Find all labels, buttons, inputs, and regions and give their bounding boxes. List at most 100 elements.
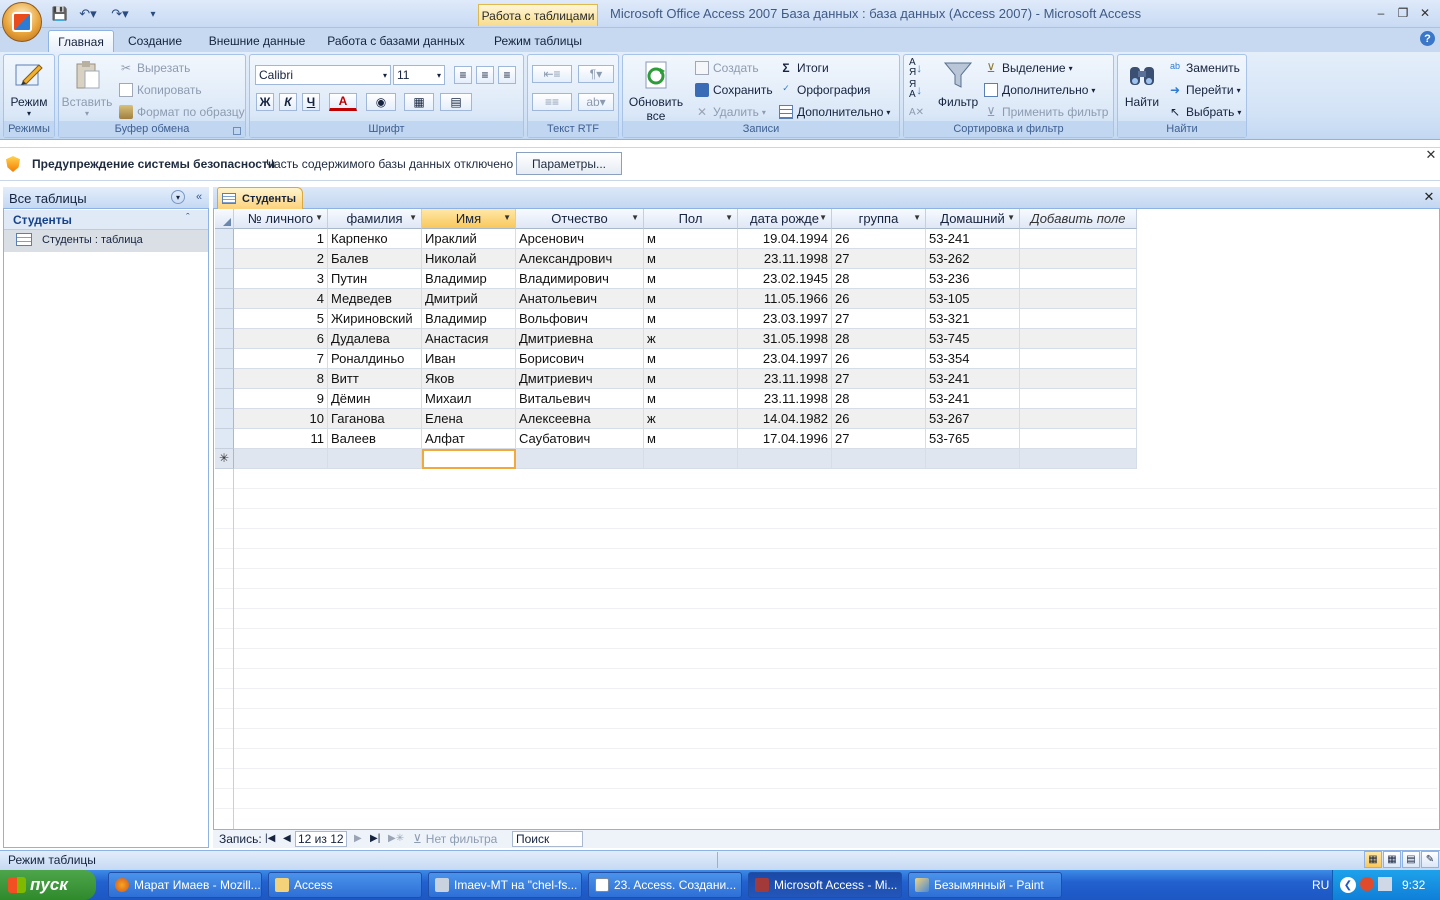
cell-group[interactable]: 27 [832,429,926,449]
cell-surname[interactable]: Гаганова [328,409,422,429]
new-record-cell[interactable] [832,449,926,469]
refresh-all-button[interactable]: Обновить все [626,59,686,123]
first-record-icon[interactable]: |◀ [265,831,275,846]
taskbar-item-firefox[interactable]: Марат Имаев - Mozill... [108,872,262,898]
cell-birthdate[interactable]: 19.04.1994 [738,229,832,249]
cell-birthdate[interactable]: 17.04.1996 [738,429,832,449]
save-record-button[interactable]: Сохранить [695,80,773,100]
table-row[interactable]: 4 Медведев Дмитрий Анатольевич м 11.05.1966 26… [215,289,1137,309]
cell-add-field[interactable] [1020,369,1137,389]
row-selector[interactable] [215,369,234,389]
pivot-table-view-icon[interactable]: ▦ [1383,851,1401,868]
table-row[interactable]: 6 Дудалева Анастасия Дмитриевна ж 31.05.1998 2… [215,329,1137,349]
cell-id[interactable]: 1 [234,229,328,249]
row-selector[interactable] [215,349,234,369]
column-dropdown-icon[interactable]: ▼ [725,213,733,222]
cell-sex[interactable]: ж [644,409,738,429]
cell-add-field[interactable] [1020,309,1137,329]
table-row[interactable]: 1 Карпенко Ираклий Арсенович м 19.04.1994 26 53… [215,229,1137,249]
replace-button[interactable]: ab Заменить [1168,58,1240,78]
cell-surname[interactable]: Витт [328,369,422,389]
collapse-nav-icon[interactable]: « [192,190,206,204]
cell-phone[interactable]: 53-236 [926,269,1020,289]
new-record-cell[interactable] [328,449,422,469]
sort-descending-icon[interactable]: Я А ↓ [909,80,922,100]
column-dropdown-icon[interactable]: ▼ [1007,213,1015,222]
cell-name[interactable]: Николай [422,249,516,269]
alt-row-color-icon[interactable]: ▤ [440,93,472,111]
cell-add-field[interactable] [1020,349,1137,369]
tab-external-data[interactable]: Внешние данные [198,30,316,52]
cell-add-field[interactable] [1020,429,1137,449]
minimize-icon[interactable]: – [1370,4,1392,22]
clipboard-launcher-icon[interactable] [233,127,241,135]
cell-add-field[interactable] [1020,389,1137,409]
cell-name[interactable]: Иван [422,349,516,369]
cell-id[interactable]: 6 [234,329,328,349]
filter-button[interactable]: Фильтр [936,59,980,109]
format-painter-button[interactable]: Формат по образцу [119,102,245,122]
close-security-bar-icon[interactable]: ✕ [1424,147,1438,162]
column-header-surname[interactable]: фамилия ▼ [328,209,422,229]
cell-name[interactable]: Дмитрий [422,289,516,309]
highlight-icon[interactable]: ab▾ [578,93,614,111]
toggle-filter-button[interactable]: ⊻ Применить фильтр [984,102,1109,122]
cell-birthdate[interactable]: 23.11.1998 [738,249,832,269]
cell-surname[interactable]: Роналдиньо [328,349,422,369]
clear-sort-icon[interactable]: А✕ [909,102,924,122]
taskbar-item-access-folder[interactable]: Access [268,872,422,898]
cell-birthdate[interactable]: 11.05.1966 [738,289,832,309]
next-record-icon[interactable]: ▶ [354,831,362,846]
tray-app-icon[interactable] [1360,877,1374,891]
new-record-cell[interactable] [234,449,328,469]
cell-surname[interactable]: Балев [328,249,422,269]
taskbar-item-paint[interactable]: Безымянный - Paint [908,872,1062,898]
row-selector[interactable] [215,249,234,269]
cell-id[interactable]: 7 [234,349,328,369]
sort-ascending-icon[interactable]: А Я ↓ [909,58,922,78]
italic-button[interactable]: К [279,93,297,111]
datasheet-view-icon[interactable]: ▦ [1364,851,1382,868]
column-dropdown-icon[interactable]: ▼ [819,213,827,222]
cell-sex[interactable]: м [644,229,738,249]
cell-name[interactable]: Елена [422,409,516,429]
cell-id[interactable]: 11 [234,429,328,449]
cell-id[interactable]: 4 [234,289,328,309]
last-record-icon[interactable]: ▶| [370,831,380,846]
cell-id[interactable]: 10 [234,409,328,429]
cell-birthdate[interactable]: 23.04.1997 [738,349,832,369]
nav-pane-title[interactable]: Все таблицы [9,191,87,206]
column-header-birthdate[interactable]: дата рожде ▼ [738,209,832,229]
document-tab-students[interactable]: Студенты [217,187,303,209]
cell-sex[interactable]: м [644,249,738,269]
cell-sex[interactable]: м [644,369,738,389]
column-dropdown-icon[interactable]: ▼ [913,213,921,222]
tray-collapse-icon[interactable]: ❮ [1340,877,1356,893]
security-options-button[interactable]: Параметры... [516,152,622,175]
totals-button[interactable]: Σ Итоги [779,58,828,78]
new-record-button[interactable]: Создать [695,58,759,78]
cell-phone[interactable]: 53-241 [926,369,1020,389]
cell-phone[interactable]: 53-262 [926,249,1020,269]
new-record-cell[interactable] [738,449,832,469]
cut-button[interactable]: ✂ Вырезать [119,58,190,78]
cell-group[interactable]: 27 [832,249,926,269]
cell-sex[interactable]: м [644,389,738,409]
cell-add-field[interactable] [1020,289,1137,309]
select-all-corner[interactable] [215,209,234,229]
cell-sex[interactable]: ж [644,329,738,349]
row-selector[interactable] [215,409,234,429]
cell-name[interactable]: Алфат [422,429,516,449]
cell-phone[interactable]: 53-745 [926,329,1020,349]
previous-record-icon[interactable]: ◀ [283,831,291,846]
cell-phone[interactable]: 53-765 [926,429,1020,449]
column-header-group[interactable]: группа ▼ [832,209,926,229]
new-record-cell[interactable] [644,449,738,469]
cell-group[interactable]: 28 [832,269,926,289]
cell-name[interactable]: Владимир [422,309,516,329]
table-row[interactable]: 3 Путин Владимир Владимирович м 23.02.1945 28 5… [215,269,1137,289]
cell-patronymic[interactable]: Анатольевич [516,289,644,309]
underline-button[interactable]: Ч [302,93,320,111]
column-header-name[interactable]: Имя ▼ [422,209,516,229]
design-view-icon[interactable]: ✎ [1421,851,1439,868]
